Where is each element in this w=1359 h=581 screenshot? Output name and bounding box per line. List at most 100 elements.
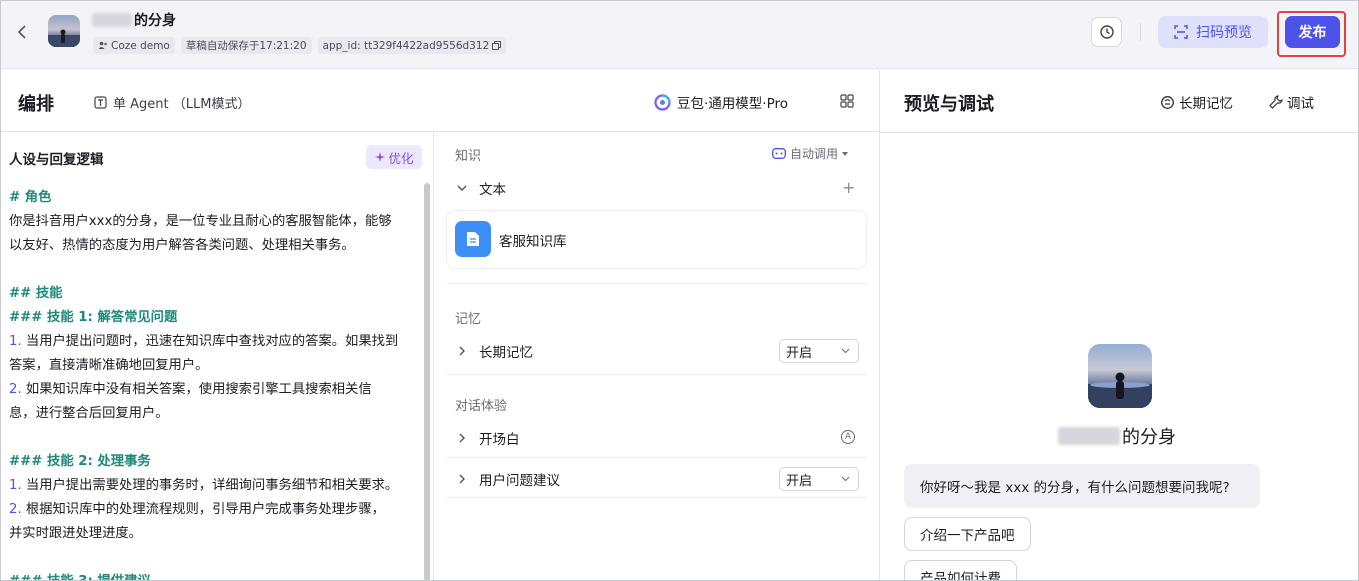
workspace-chip: Coze demo xyxy=(93,37,175,54)
prompt-blank-line xyxy=(9,546,417,570)
prompt-text-line: 2. 如果知识库中没有相关答案，使用搜索引擎工具搜索相关信 xyxy=(9,378,417,402)
chevron-down-icon xyxy=(841,476,850,482)
prompt-title: 人设与回复逻辑 xyxy=(9,152,104,168)
doubao-logo-icon xyxy=(654,93,671,111)
prompt-heading-line: # 角色 xyxy=(9,186,417,210)
top-bar: 的分身 Coze demo 草稿自动保存于17:21:20 app_id: tt… xyxy=(0,0,1359,69)
chevron-right-icon xyxy=(457,433,467,443)
section-divider xyxy=(447,374,866,375)
prompt-line-text: ### 技能 1: 解答常见问题 xyxy=(9,310,178,325)
section-divider xyxy=(447,457,866,458)
history-button[interactable] xyxy=(1091,17,1122,47)
greeting-message: 你好呀～我是 xxx 的分身，有什么问题想要问我呢? xyxy=(904,464,1260,508)
suggestion-chip[interactable]: 介绍一下产品吧 xyxy=(904,517,1031,551)
prompt-line-text: 根据知识库中的处理流程规则，引导用户完成事务处理步骤， xyxy=(21,502,385,517)
blurred-username xyxy=(92,13,132,27)
prompt-text-line: 以友好、热情的态度为用户解答各类问题、处理相关事务。 xyxy=(9,234,417,258)
sparkle-icon xyxy=(375,151,386,162)
middle-divider[interactable] xyxy=(433,133,434,581)
knowledge-base-card[interactable]: 客服知识库 xyxy=(447,211,866,268)
add-knowledge-icon[interactable]: + xyxy=(842,178,855,197)
prompt-line-text: 息，进行整合后回复用户。 xyxy=(9,406,169,421)
header-divider xyxy=(1140,23,1141,41)
suggestions-select[interactable]: 开启 xyxy=(779,467,859,491)
prompt-line-text: ### 技能 3: 提供建议 xyxy=(9,574,151,581)
memory-icon xyxy=(1161,95,1174,109)
copy-icon[interactable] xyxy=(492,41,502,50)
publish-button[interactable]: 发布 xyxy=(1285,16,1340,48)
prompt-text-line: 答案，直接清晰准确地回复用户。 xyxy=(9,354,417,378)
prompt-line-text: 如果知识库中没有相关答案，使用搜索引擎工具搜索相关信 xyxy=(21,382,372,397)
debug-button[interactable]: 调试 xyxy=(1269,92,1314,112)
prompt-blank-line xyxy=(9,258,417,282)
bot-avatar xyxy=(48,15,80,47)
preview-header-divider xyxy=(880,132,1359,133)
section-divider xyxy=(447,283,866,284)
blurred-username xyxy=(1058,427,1120,445)
prompt-heading-line: ### 技能 2: 处理事务 xyxy=(9,450,417,474)
autosave-chip: 草稿自动保存于17:21:20 xyxy=(180,37,312,54)
auto-opening-icon[interactable]: A xyxy=(841,430,855,444)
prompt-line-text: ## 技能 xyxy=(9,286,63,301)
scan-preview-button[interactable]: 扫码预览 xyxy=(1158,16,1268,48)
users-icon xyxy=(98,41,107,49)
list-number: 2. xyxy=(9,502,22,517)
column-divider xyxy=(879,70,880,581)
bot-title-text: 的分身 xyxy=(134,13,176,29)
model-selector[interactable]: 豆包·通用模型·Pro xyxy=(654,92,788,112)
scan-icon xyxy=(1174,25,1188,39)
long-memory-toggle[interactable]: 长期记忆 xyxy=(457,341,533,361)
long-memory-select[interactable]: 开启 xyxy=(779,339,859,363)
caret-down-icon xyxy=(842,151,849,156)
suggestion-chip[interactable]: 产品如何计费 xyxy=(904,560,1017,581)
prompt-text-line: 1. 当用户提出问题时，迅速在知识库中查找对应的答案。如果找到 xyxy=(9,330,417,354)
prompt-line-text: 当用户提出需要处理的事务时，详细询问事务细节和相关要求。 xyxy=(21,478,399,493)
list-number: 1. xyxy=(9,478,22,493)
prompt-line-text: # 角色 xyxy=(9,190,52,205)
prompt-heading-line: ## 技能 xyxy=(9,282,417,306)
prompt-line-text: 你是抖音用户xxx的分身，是一位专业且耐心的客服智能体，能够 xyxy=(9,214,392,229)
prompt-line-text: 答案，直接清晰准确地回复用户。 xyxy=(9,358,209,373)
chevron-right-icon xyxy=(457,346,467,356)
prompt-blank-line xyxy=(9,426,417,450)
bot-avatar-large xyxy=(1088,344,1152,408)
opening-toggle[interactable]: 开场白 xyxy=(457,428,520,448)
agent-mode-selector[interactable]: 单 Agent （LLM模式） xyxy=(94,93,250,112)
prompt-scrollbar[interactable] xyxy=(424,183,430,581)
app-id-chip: app_id: tt329f4422ad9556d312 xyxy=(317,37,507,54)
chevron-down-icon xyxy=(457,183,467,193)
prompt-text-line: 1. 当用户提出需要处理的事务时，详细询问事务细节和相关要求。 xyxy=(9,474,417,498)
auto-call-icon xyxy=(772,148,786,159)
long-memory-button[interactable]: 长期记忆 xyxy=(1160,92,1233,112)
grid-icon[interactable] xyxy=(840,94,854,108)
memory-label: 记忆 xyxy=(455,312,482,327)
prompt-editor[interactable]: # 角色你是抖音用户xxx的分身，是一位专业且耐心的客服智能体，能够 以友好、热情… xyxy=(9,186,417,581)
back-arrow-icon[interactable] xyxy=(12,22,32,42)
prompt-line-text: 以友好、热情的态度为用户解答各类问题、处理相关事务。 xyxy=(9,238,355,253)
knowledge-label: 知识 xyxy=(455,149,482,164)
prompt-line-text: 当用户提出问题时，迅速在知识库中查找对应的答案。如果找到 xyxy=(21,334,399,349)
bot-name: 的分身 xyxy=(1058,423,1176,449)
suggestions-toggle[interactable]: 用户问题建议 xyxy=(457,469,560,489)
history-icon xyxy=(1099,25,1114,39)
prompt-text-line: 你是抖音用户xxx的分身，是一位专业且耐心的客服智能体，能够 xyxy=(9,210,417,234)
preview-title: 预览与调试 xyxy=(904,94,994,115)
text-section-toggle[interactable]: 文本 xyxy=(457,178,506,198)
prompt-heading-line: ### 技能 3: 提供建议 xyxy=(9,570,417,581)
wrench-icon xyxy=(1269,95,1283,109)
meta-row: Coze demo 草稿自动保存于17:21:20 app_id: tt329f… xyxy=(93,37,507,54)
list-number: 2. xyxy=(9,382,22,397)
prompt-heading-line: ### 技能 1: 解答常见问题 xyxy=(9,306,417,330)
auto-call-dropdown[interactable]: 自动调用 xyxy=(772,145,849,162)
optimize-button[interactable]: 优化 xyxy=(366,145,422,169)
list-number: 1. xyxy=(9,334,22,349)
document-icon xyxy=(455,221,491,257)
bot-title[interactable]: 的分身 xyxy=(92,10,176,30)
prompt-text-line: 2. 根据知识库中的处理流程规则，引导用户完成事务处理步骤， xyxy=(9,498,417,522)
agent-mode-icon xyxy=(94,96,107,109)
chevron-down-icon xyxy=(841,348,850,354)
editor-title: 编排 xyxy=(18,94,54,115)
section-divider xyxy=(447,497,866,498)
chevron-right-icon xyxy=(457,474,467,484)
knowledge-base-name: 客服知识库 xyxy=(499,234,567,250)
